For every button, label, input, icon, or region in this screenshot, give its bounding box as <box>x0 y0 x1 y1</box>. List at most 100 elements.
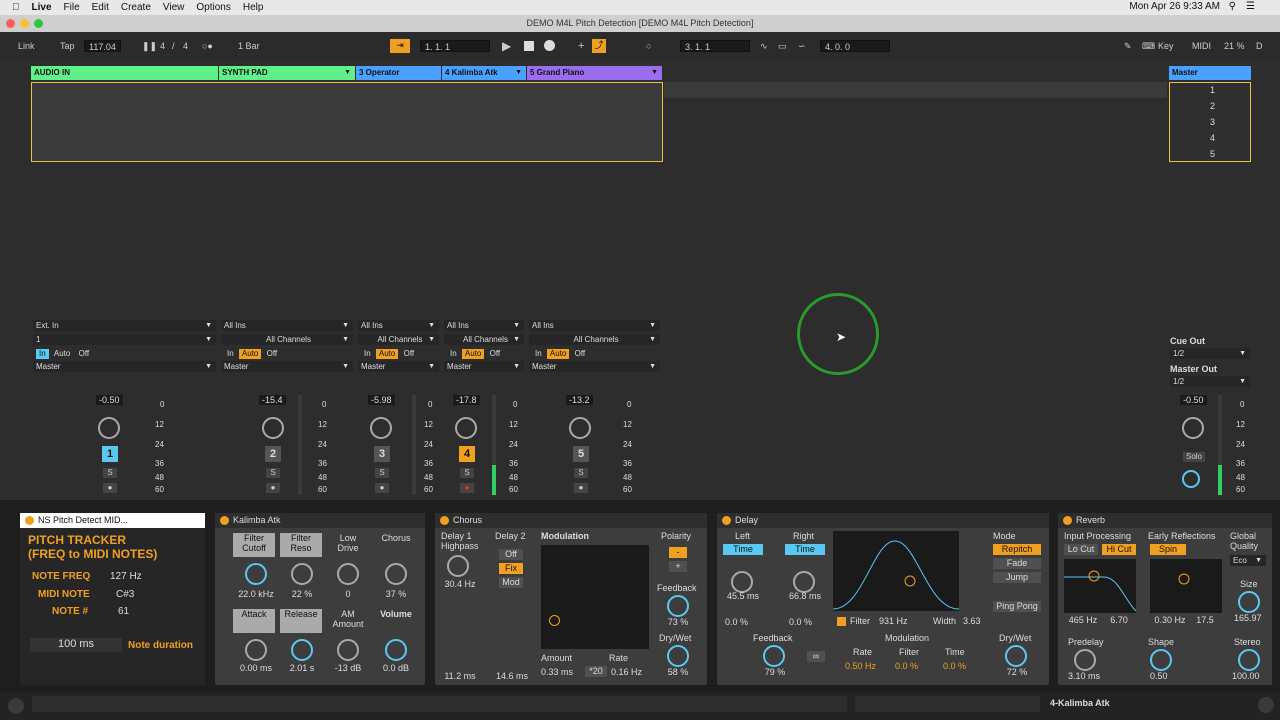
modulation-xy-pad[interactable] <box>541 545 649 649</box>
apple-icon[interactable]:  <box>12 2 20 13</box>
link-button[interactable]: Link <box>18 40 35 52</box>
arm-button-4[interactable]: ● <box>460 483 474 493</box>
track-header-grand-piano[interactable]: 5 Grand Piano ▼ <box>527 66 662 80</box>
polarity-minus-button[interactable]: - <box>669 547 687 558</box>
device-on-icon[interactable] <box>1063 516 1072 525</box>
xy-handle[interactable] <box>549 615 560 626</box>
drywet-knob[interactable] <box>667 645 689 667</box>
hi-cut-button[interactable]: Hi Cut <box>1102 544 1136 555</box>
fold-icon[interactable]: ▼ <box>651 66 658 80</box>
solo-button-2[interactable]: S <box>266 468 280 478</box>
input-type-kalimba[interactable]: All Ins ▼ <box>444 320 524 331</box>
left-time-button[interactable]: Time <box>723 544 763 555</box>
pan-knob-grand-piano[interactable] <box>569 417 591 439</box>
low-drive-knob[interactable] <box>337 563 359 585</box>
key-map-button[interactable]: Key <box>1158 40 1174 52</box>
filter-frequency[interactable]: 931 Hz <box>879 616 908 626</box>
filter-cutoff-knob[interactable] <box>245 563 267 585</box>
polarity-plus-button[interactable]: + <box>669 561 687 572</box>
follow-button[interactable]: ⇥ <box>390 39 410 53</box>
x20-button[interactable]: *20 <box>585 666 607 677</box>
track-header-audio-in[interactable]: AUDIO IN <box>31 66 218 80</box>
monitor-synth-pad[interactable]: In Auto Off <box>221 348 353 359</box>
menu-edit[interactable]: Edit <box>92 2 109 13</box>
fade-button[interactable]: Fade <box>993 558 1041 569</box>
sig-numerator[interactable]: 4 <box>160 40 165 52</box>
drywet-knob[interactable] <box>1005 645 1027 667</box>
input-filter-display[interactable] <box>1064 559 1137 613</box>
filter-on-toggle[interactable] <box>837 617 846 626</box>
device-on-icon[interactable] <box>722 516 731 525</box>
shape-knob[interactable] <box>1150 649 1172 671</box>
device-on-icon[interactable] <box>25 516 34 525</box>
width-value[interactable]: 3.63 <box>963 616 981 626</box>
punch-in-icon[interactable]: ∿ <box>760 40 768 52</box>
track-activator-3[interactable]: 3 <box>374 446 390 462</box>
output-audio-in[interactable]: Master ▼ <box>33 361 216 372</box>
spotlight-icon[interactable]: ⚲ <box>1229 1 1236 12</box>
attack-knob[interactable] <box>245 639 267 661</box>
menu-help[interactable]: Help <box>243 2 264 13</box>
volume-kalimba[interactable]: -17.8 <box>453 395 480 405</box>
solo-button-4[interactable]: S <box>460 468 474 478</box>
track-activator-5[interactable]: 5 <box>573 446 589 462</box>
volume-operator[interactable]: -5.98 <box>368 395 395 405</box>
freeze-infinity-button[interactable]: ∞ <box>807 651 825 662</box>
overview-toggle-icon[interactable] <box>8 698 24 714</box>
master-out-select[interactable]: 1/2 ▼ <box>1170 376 1250 387</box>
track-header-master[interactable]: Master <box>1169 66 1251 80</box>
selected-track-label[interactable]: 4-Kalimba Atk <box>1050 698 1110 708</box>
input-type-grand-piano[interactable]: All Ins ▼ <box>529 320 660 331</box>
nudge-icon[interactable]: ❚❚ <box>142 40 157 52</box>
spin-amount[interactable]: 17.5 <box>1192 615 1218 625</box>
volume-audio-in[interactable]: -0.50 <box>96 395 123 405</box>
arrangement-position[interactable]: 1. 1. 1 <box>420 40 490 52</box>
cue-volume-knob[interactable] <box>1182 470 1200 488</box>
midi-map-button[interactable]: MIDI <box>1192 40 1211 52</box>
loop-start[interactable]: 3. 1. 1 <box>680 40 750 52</box>
pan-knob-master[interactable] <box>1182 417 1204 439</box>
arm-button-2[interactable]: ● <box>266 483 280 493</box>
draw-mode-icon[interactable]: ✎ <box>1124 40 1132 52</box>
menu-view[interactable]: View <box>163 2 185 13</box>
menu-file[interactable]: File <box>64 2 80 13</box>
delay2-off-button[interactable]: Off <box>499 549 523 560</box>
arm-button-3[interactable]: ● <box>375 483 389 493</box>
right-time-knob[interactable] <box>793 571 815 593</box>
punch-out-icon[interactable]: ∽ <box>798 40 806 52</box>
menu-live[interactable]: Live <box>32 2 52 13</box>
control-center-icon[interactable]: ☰ <box>1246 1 1255 12</box>
output-kalimba[interactable]: Master ▼ <box>444 361 524 372</box>
monitor-kalimba[interactable]: In Auto Off <box>444 348 524 359</box>
input-channel-operator[interactable]: All Channels ▼ <box>358 334 439 345</box>
track-header-operator[interactable]: 3 Operator <box>356 66 441 80</box>
pan-knob-audio-in[interactable] <box>98 417 120 439</box>
computer-keyboard-icon[interactable]: ⌨ <box>1142 40 1155 52</box>
monitor-grand-piano[interactable]: In Auto Off <box>529 348 660 359</box>
close-window-button[interactable] <box>6 19 15 28</box>
rate-value[interactable]: 0.16 Hz <box>611 667 642 677</box>
left-time-knob[interactable] <box>731 571 753 593</box>
scene-launch-5[interactable]: 5 <box>1210 149 1215 159</box>
master-scene-list[interactable]: 1 2 3 4 5 <box>1169 82 1251 162</box>
automation-arm-icon[interactable]: ⤴ <box>592 39 606 53</box>
menu-create[interactable]: Create <box>121 2 151 13</box>
am-amount-knob[interactable] <box>337 639 359 661</box>
chorus-knob[interactable] <box>385 563 407 585</box>
spin-button[interactable]: Spin <box>1150 544 1186 555</box>
zoom-window-button[interactable] <box>34 19 43 28</box>
note-duration-field[interactable]: 100 ms <box>30 638 122 652</box>
pan-knob-synth-pad[interactable] <box>262 417 284 439</box>
solo-button-5[interactable]: S <box>574 468 588 478</box>
record-button[interactable] <box>544 40 555 51</box>
highpass-knob[interactable] <box>447 555 469 577</box>
input-channel-synth-pad[interactable]: All Channels ▼ <box>221 334 353 345</box>
tap-button[interactable]: Tap <box>60 40 75 52</box>
feedback-knob[interactable] <box>667 595 689 617</box>
spin-display[interactable] <box>1150 559 1222 613</box>
stereo-knob[interactable] <box>1238 649 1260 671</box>
track-activator-2[interactable]: 2 <box>265 446 281 462</box>
stop-button[interactable] <box>524 41 534 51</box>
device-on-icon[interactable] <box>440 516 449 525</box>
release-knob[interactable] <box>291 639 313 661</box>
